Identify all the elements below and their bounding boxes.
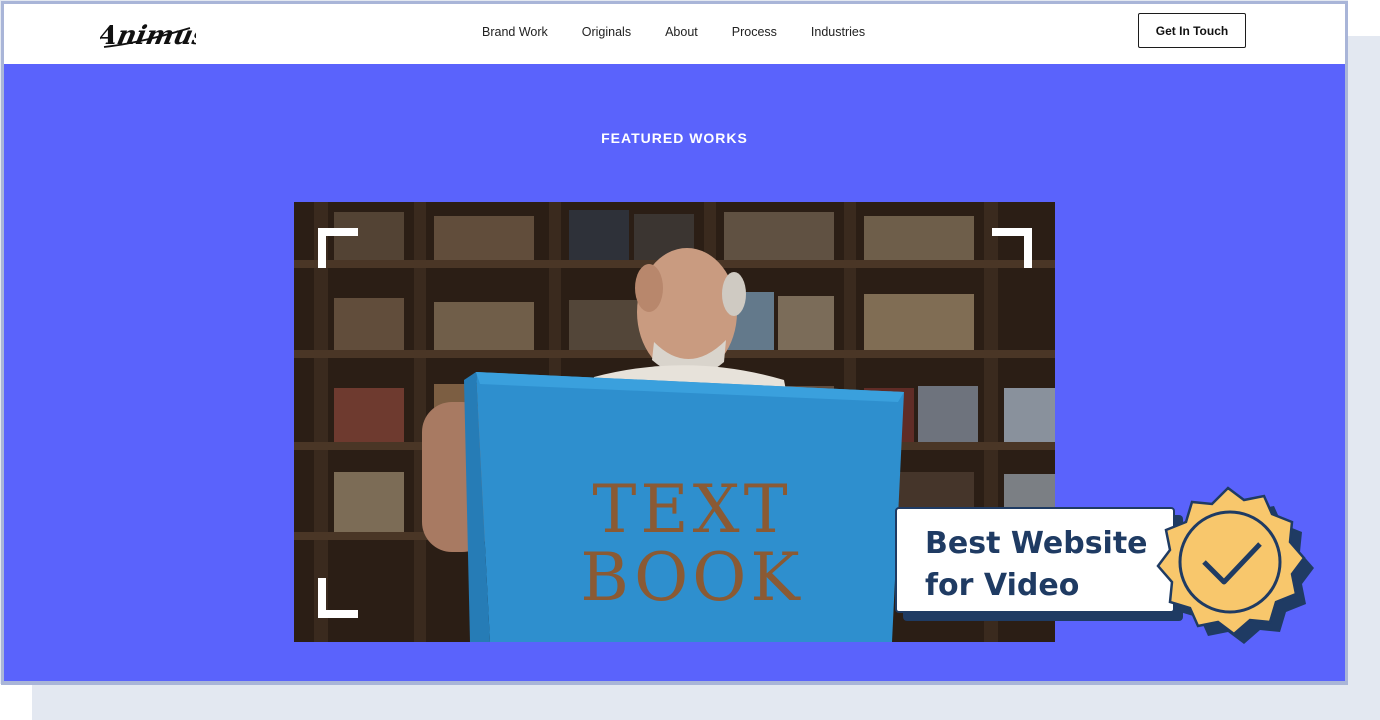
animus-logo[interactable]: Animus xyxy=(91,14,211,54)
nav-link-about[interactable]: About xyxy=(665,25,698,39)
prop-text-line2: BOOK xyxy=(580,539,803,616)
main-nav: Brand Work Originals About Process Indus… xyxy=(482,25,899,39)
award-seal-checkmark-icon xyxy=(1142,484,1318,654)
award-line2: for Video xyxy=(925,568,1080,603)
award-line1: Best Website xyxy=(925,526,1148,561)
page-edge xyxy=(1348,0,1380,36)
top-navbar: Animus Brand Work Originals About Proces… xyxy=(4,4,1345,64)
prop-text-line1: TEXT xyxy=(592,471,791,548)
award-card: Best Website for Video xyxy=(895,507,1175,613)
nav-link-process[interactable]: Process xyxy=(732,25,777,39)
get-in-touch-button[interactable]: Get In Touch xyxy=(1138,13,1246,48)
browser-screenshot-frame: Animus Brand Work Originals About Proces… xyxy=(1,1,1348,685)
nav-link-brand-work[interactable]: Brand Work xyxy=(482,25,548,39)
nav-link-originals[interactable]: Originals xyxy=(582,25,631,39)
section-title: FEATURED WORKS xyxy=(601,130,748,146)
page-edge xyxy=(0,684,32,720)
nav-link-industries[interactable]: Industries xyxy=(811,25,865,39)
